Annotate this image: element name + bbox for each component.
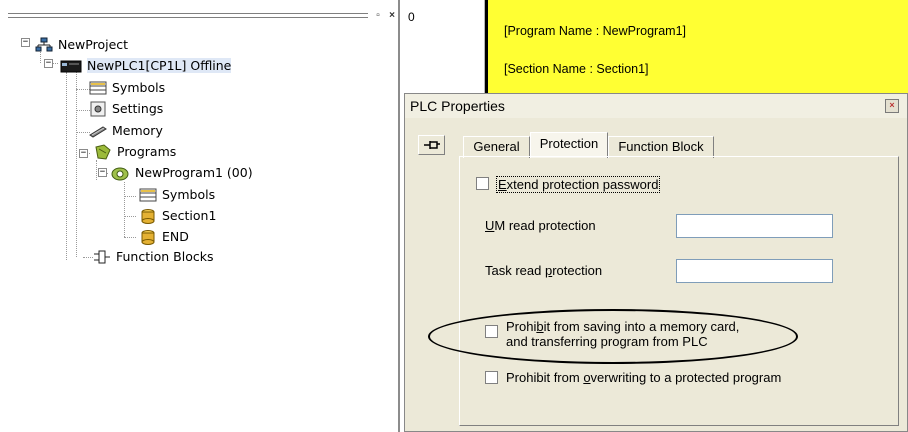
function-block-icon: [94, 250, 110, 263]
task-read-protection-input[interactable]: [676, 259, 833, 283]
tree-item-newprogram1[interactable]: NewProgram1 (00): [110, 163, 253, 183]
tree-item-settings[interactable]: Settings: [89, 99, 163, 119]
tree-item-label: Section1: [162, 208, 217, 223]
memory-card-icon: [89, 125, 107, 138]
tree-item-section1[interactable]: Section1: [139, 206, 216, 226]
tree-pane-header: ▫ ×: [0, 0, 400, 30]
pane-minimize-icon[interactable]: ▫: [372, 10, 384, 22]
tree-item-symbols[interactable]: Symbols: [89, 78, 165, 98]
section-icon: [141, 229, 155, 245]
rung-number: 0: [408, 10, 415, 24]
program-header-rung[interactable]: [Program Name : NewProgram1] [Section Na…: [485, 0, 908, 100]
collapse-toggle-plc[interactable]: −: [44, 59, 53, 68]
prohibit-overwrite-checkbox[interactable]: [485, 371, 498, 384]
pane-close-icon[interactable]: ×: [386, 10, 398, 22]
um-read-protection-label: UM read protection: [485, 218, 596, 233]
tree-item-program-symbols[interactable]: Symbols: [139, 185, 215, 205]
section-name-line: [Section Name : Section1]: [504, 62, 649, 76]
tree-item-end[interactable]: END: [139, 227, 189, 247]
tree-item-label: Programs: [117, 144, 177, 159]
pin-button[interactable]: [418, 135, 445, 155]
header-grip-line: [8, 17, 368, 21]
plc-device-icon: [60, 60, 82, 72]
section-icon: [141, 208, 155, 224]
dialog-title-bar[interactable]: PLC Properties ×: [405, 94, 907, 118]
tree-item-project[interactable]: NewProject: [35, 35, 128, 55]
symbols-table-icon: [139, 188, 157, 201]
protection-tab-panel: [459, 156, 899, 426]
tree-item-plc[interactable]: NewPLC1[CP1L] Offline: [60, 56, 232, 76]
tree-item-label: Function Blocks: [116, 249, 214, 264]
prohibit-save-checkbox[interactable]: [485, 325, 498, 338]
tree-item-label: Symbols: [112, 80, 166, 95]
tree-item-label: Memory: [112, 123, 163, 138]
pushpin-icon: [424, 141, 440, 149]
tree-item-function-blocks[interactable]: Function Blocks: [93, 247, 213, 267]
settings-icon: [90, 101, 106, 116]
um-read-protection-input[interactable]: [676, 214, 833, 238]
project-network-icon: [35, 37, 53, 51]
prohibit-save-label: Prohibit from saving into a memory card,…: [506, 319, 740, 349]
tree-item-label: Symbols: [162, 187, 216, 202]
prohibit-overwrite-label: Prohibit from overwriting to a protected…: [506, 370, 782, 385]
tab-protection[interactable]: Protection: [530, 132, 608, 158]
symbols-table-icon: [89, 81, 107, 94]
tree-item-memory[interactable]: Memory: [89, 121, 163, 141]
collapse-toggle-program[interactable]: −: [98, 168, 107, 177]
tab-function-block[interactable]: Function Block: [608, 136, 714, 158]
tree-item-label: END: [162, 229, 189, 244]
tree-item-programs[interactable]: Programs: [94, 142, 176, 162]
dialog-title: PLC Properties: [410, 98, 505, 114]
programs-folder-icon: [95, 143, 111, 160]
tree-item-label: Settings: [112, 101, 164, 116]
collapse-toggle-project[interactable]: −: [21, 38, 30, 47]
close-icon[interactable]: ×: [885, 99, 899, 113]
collapse-toggle-programs[interactable]: −: [79, 149, 88, 158]
extend-password-checkbox[interactable]: [476, 177, 489, 190]
program-name-line: [Program Name : NewProgram1]: [504, 24, 687, 38]
extend-password-label[interactable]: Extend protection password: [496, 176, 661, 193]
project-tree-pane: ▫ × − − − − NewProject NewPLC1[CP1L] Off…: [0, 0, 400, 432]
plc-properties-dialog: PLC Properties × General Protection Func…: [404, 93, 908, 432]
tree-item-label: NewPLC1[CP1L] Offline: [87, 58, 232, 73]
program-icon: [111, 167, 129, 180]
tree-item-label: NewProject: [58, 37, 129, 52]
task-read-protection-label: Task read protection: [485, 263, 603, 278]
tree-item-label: NewProgram1 (00): [135, 165, 253, 180]
tab-general[interactable]: General: [463, 136, 530, 158]
